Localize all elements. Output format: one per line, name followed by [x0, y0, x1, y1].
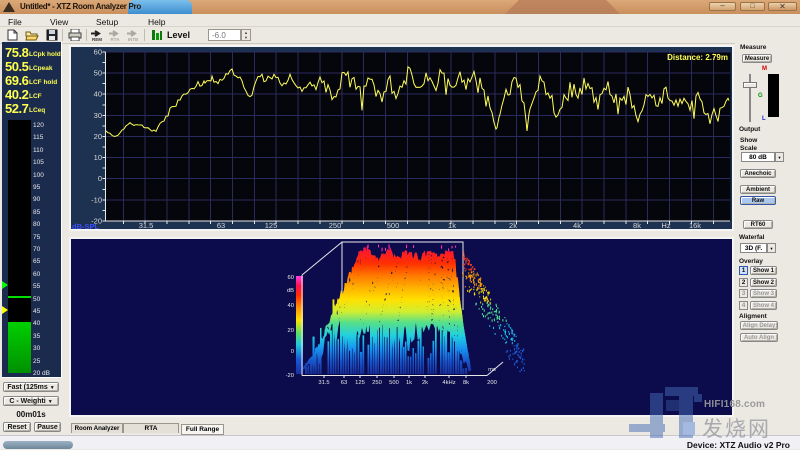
svg-text:40: 40	[94, 90, 102, 99]
svg-text:250: 250	[329, 221, 342, 229]
svg-text:8k: 8k	[463, 380, 469, 386]
svg-text:1k: 1k	[448, 221, 456, 229]
svg-text:50: 50	[94, 69, 102, 78]
svg-text:4kHz: 4kHz	[442, 380, 455, 386]
svg-text:0: 0	[291, 349, 294, 355]
svg-text:2k: 2k	[422, 380, 428, 386]
svg-text:500: 500	[389, 380, 399, 386]
svg-text:8k: 8k	[633, 221, 641, 229]
svg-text:63: 63	[341, 380, 347, 386]
svg-text:63: 63	[217, 221, 225, 229]
svg-text:20: 20	[94, 132, 102, 141]
svg-text:Distance: 2.79m: Distance: 2.79m	[667, 53, 728, 62]
svg-text:30: 30	[94, 111, 102, 120]
svg-text:2k: 2k	[509, 221, 517, 229]
svg-text:1k: 1k	[406, 380, 412, 386]
svg-text:ms: ms	[488, 367, 496, 373]
svg-text:40: 40	[288, 303, 294, 309]
svg-text:-10: -10	[91, 195, 102, 204]
svg-text:16k: 16k	[689, 221, 701, 229]
svg-text:Hz: Hz	[661, 221, 670, 229]
svg-text:200: 200	[487, 380, 497, 386]
svg-text:60: 60	[94, 48, 102, 57]
svg-text:31.5: 31.5	[139, 221, 154, 229]
svg-text:125: 125	[355, 380, 365, 386]
svg-text:dB: dB	[287, 288, 294, 294]
svg-text:125: 125	[265, 221, 278, 229]
svg-text:0: 0	[98, 174, 102, 183]
svg-text:4k: 4k	[573, 221, 581, 229]
svg-text:250: 250	[372, 380, 382, 386]
svg-text:10: 10	[94, 153, 102, 162]
svg-text:dB-SPL: dB-SPL	[72, 222, 100, 229]
svg-text:500: 500	[387, 221, 400, 229]
svg-text:31.5: 31.5	[318, 380, 329, 386]
svg-text:-20: -20	[286, 373, 294, 379]
svg-text:20: 20	[288, 328, 294, 334]
svg-text:60: 60	[288, 275, 294, 281]
